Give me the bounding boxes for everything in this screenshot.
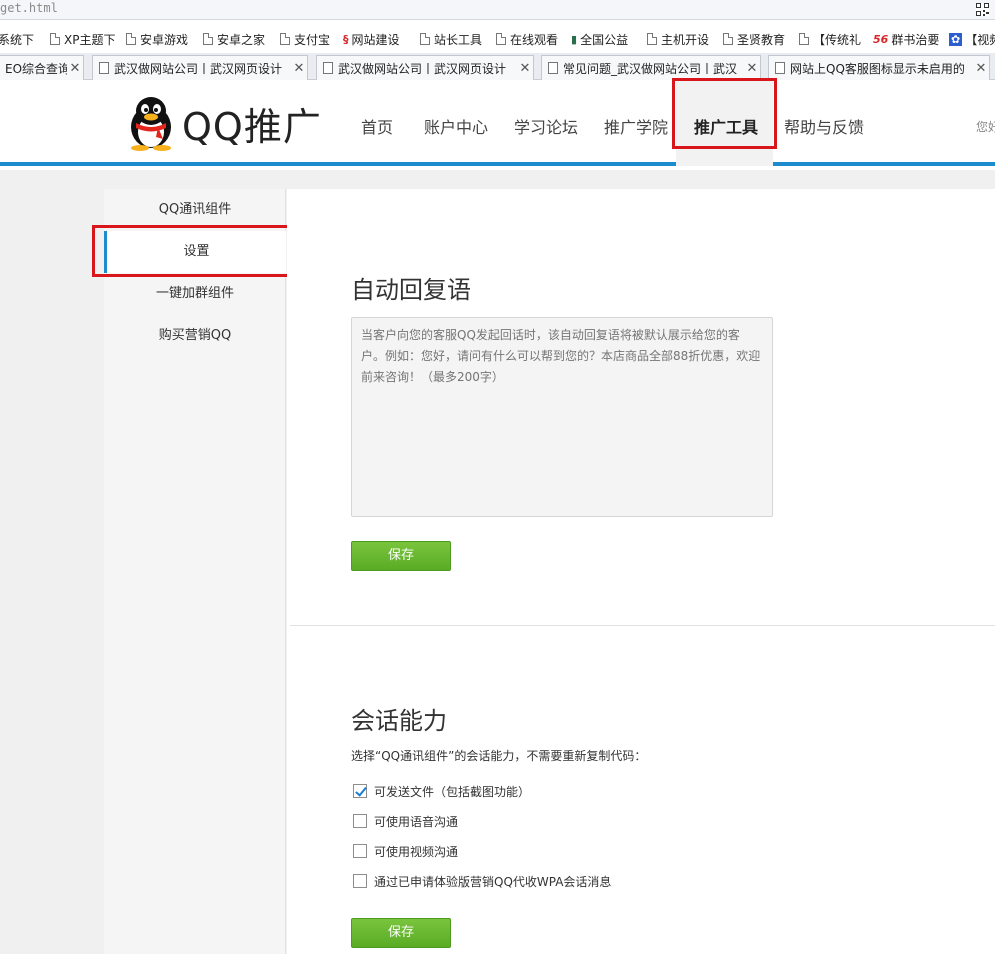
browser-tab[interactable]: 常见问题_武汉做网站公司丨武汉 ✕ — [541, 55, 761, 80]
close-icon[interactable]: ✕ — [67, 61, 83, 76]
save-auto-reply-button[interactable]: 保存 — [351, 541, 451, 571]
page-icon — [496, 33, 506, 45]
page-icon — [50, 33, 60, 45]
paw-icon: ✿ — [949, 32, 963, 46]
page-icon — [126, 33, 136, 45]
checkbox-unchecked[interactable] — [353, 844, 367, 858]
bookmarks-bar: 系统下 XP主题下 安卓游戏 安卓之家 支付宝 § 网站建设 站长工具 在线观看 … — [0, 27, 995, 51]
menu-item-buy-marketing-qq[interactable]: 购买营销QQ — [104, 315, 286, 357]
page-icon — [203, 33, 213, 45]
brand-name: QQ推广 — [182, 104, 322, 149]
bookmark-label: XP主题下 — [64, 32, 116, 47]
browser-tab[interactable]: 武汉做网站公司丨武汉网页设计 ✕ — [92, 55, 308, 80]
page-icon — [548, 62, 558, 74]
nav-home[interactable]: 首页 — [361, 114, 393, 138]
auto-reply-input[interactable] — [351, 317, 773, 517]
bookmark-label: 系统下 — [0, 32, 35, 47]
qq-penguin-icon — [131, 97, 171, 151]
page-icon — [99, 62, 109, 74]
bookmark-item[interactable]: XP主题下 — [50, 30, 115, 48]
bookmark-label: 全国公益 — [580, 32, 629, 47]
bookmark-item[interactable]: ✿【视频 — [949, 30, 995, 48]
browser-tab[interactable]: 网站上QQ客服图标显示未启用的 ✕ — [768, 55, 990, 80]
checkbox-checked[interactable] — [353, 784, 367, 798]
side-menu: QQ通讯组件 设置 一键加群组件 购买营销QQ — [104, 189, 286, 954]
tab-title: 网站上QQ客服图标显示未启用的 — [790, 61, 965, 76]
option-label: 可使用视频沟通 — [374, 844, 459, 859]
session-ability-title: 会话能力 — [351, 707, 447, 735]
option-video-chat[interactable]: 可使用视频沟通 — [353, 843, 458, 859]
save-session-button[interactable]: 保存 — [351, 918, 451, 948]
bookmark-label: 安卓游戏 — [140, 32, 189, 47]
session-ability-description: 选择“QQ通讯组件”的会话能力，不需要重新复制代码： — [351, 749, 647, 763]
bookmark-item[interactable]: 56 群书治要 — [873, 30, 939, 48]
site-header: QQ推广 首页 账户中心 学习论坛 推广学院 推广工具 帮助与反馈 您好 — [0, 80, 995, 166]
bookmark-item[interactable]: 安卓游戏 — [126, 30, 188, 48]
page-icon — [775, 62, 785, 74]
option-voice-chat[interactable]: 可使用语音沟通 — [353, 813, 458, 829]
auto-reply-title: 自动回复语 — [351, 276, 471, 304]
site-icon-green: ▮ — [571, 32, 578, 46]
option-send-file[interactable]: 可发送文件（包括截图功能） — [353, 783, 530, 799]
bookmark-label: 【视频 — [965, 32, 995, 47]
tab-title: 常见问题_武汉做网站公司丨武汉 — [563, 61, 738, 76]
bookmark-label: 群书治要 — [891, 32, 940, 47]
url-text[interactable]: get.html — [0, 1, 58, 15]
close-icon[interactable]: ✕ — [517, 61, 533, 76]
bookmark-label: 站长工具 — [434, 32, 483, 47]
bookmark-item[interactable]: 主机开设 — [647, 30, 709, 48]
bookmark-label: 在线观看 — [510, 32, 559, 47]
bookmark-item[interactable]: 圣贤教育 — [723, 30, 785, 48]
close-icon[interactable]: ✕ — [973, 61, 989, 76]
option-wpa-messages[interactable]: 通过已申请体验版营销QQ代收WPA会话消息 — [353, 873, 611, 889]
bookmark-label: 主机开设 — [661, 32, 710, 47]
page-icon — [799, 33, 809, 45]
checkbox-unchecked[interactable] — [353, 874, 367, 888]
checkbox-unchecked[interactable] — [353, 814, 367, 828]
bookmark-item[interactable]: 在线观看 — [496, 30, 558, 48]
section-divider — [290, 625, 995, 626]
page-icon — [323, 62, 333, 74]
page-icon — [420, 33, 430, 45]
nav-academy[interactable]: 推广学院 — [604, 114, 668, 138]
page-icon — [723, 33, 733, 45]
address-bar[interactable]: get.html — [0, 0, 995, 20]
close-icon[interactable]: ✕ — [744, 61, 760, 76]
qr-code-icon[interactable] — [976, 3, 989, 16]
nav-account-center[interactable]: 账户中心 — [424, 114, 488, 138]
bookmark-label: 【传统礼 — [813, 32, 862, 47]
tab-title: EO综合查询 — [5, 61, 67, 76]
option-label: 通过已申请体验版营销QQ代收WPA会话消息 — [374, 874, 612, 889]
page-icon — [280, 33, 290, 45]
site-logo[interactable]: QQ推广 — [128, 94, 322, 152]
browser-tab[interactable]: 武汉做网站公司丨武汉网页设计 ✕ — [316, 55, 534, 80]
tab-title: 武汉做网站公司丨武汉网页设计 — [338, 61, 507, 76]
nav-forum[interactable]: 学习论坛 — [514, 114, 578, 138]
bookmark-item[interactable]: 站长工具 — [420, 30, 482, 48]
nav-help-feedback[interactable]: 帮助与反馈 — [784, 114, 864, 138]
tab-title: 武汉做网站公司丨武汉网页设计 — [114, 61, 283, 76]
bookmark-item[interactable]: 【传统礼 — [799, 30, 861, 48]
bookmark-item[interactable]: ▮ 全国公益 — [571, 30, 628, 48]
bookmark-label: 支付宝 — [294, 32, 331, 47]
bookmark-item[interactable]: 安卓之家 — [203, 30, 265, 48]
option-label: 可发送文件（包括截图功能） — [374, 784, 531, 799]
user-greeting: 您好 — [976, 120, 995, 134]
menu-item-join-group-widget[interactable]: 一键加群组件 — [104, 273, 286, 315]
annotation-highlight-settings — [92, 225, 290, 277]
bookmark-label: 安卓之家 — [217, 32, 266, 47]
option-label: 可使用语音沟通 — [374, 814, 459, 829]
tab-strip: EO综合查询 ✕ 武汉做网站公司丨武汉网页设计 ✕ 武汉做网站公司丨武汉网页设计 ✕ … — [0, 53, 995, 80]
bookmark-item[interactable]: 系统下 — [0, 30, 34, 48]
bookmark-item[interactable]: § 网站建设 — [343, 30, 400, 48]
browser-tab[interactable]: EO综合查询 ✕ — [0, 55, 84, 80]
bookmark-label: 网站建设 — [351, 32, 400, 47]
bookmark-item[interactable]: 支付宝 — [280, 30, 330, 48]
site-icon-red: § — [343, 32, 349, 46]
bookmark-label: 圣贤教育 — [737, 32, 786, 47]
page-icon — [647, 33, 657, 45]
site-icon-56: 56 — [873, 32, 889, 46]
annotation-highlight-nav — [672, 78, 777, 149]
close-icon[interactable]: ✕ — [291, 61, 307, 76]
